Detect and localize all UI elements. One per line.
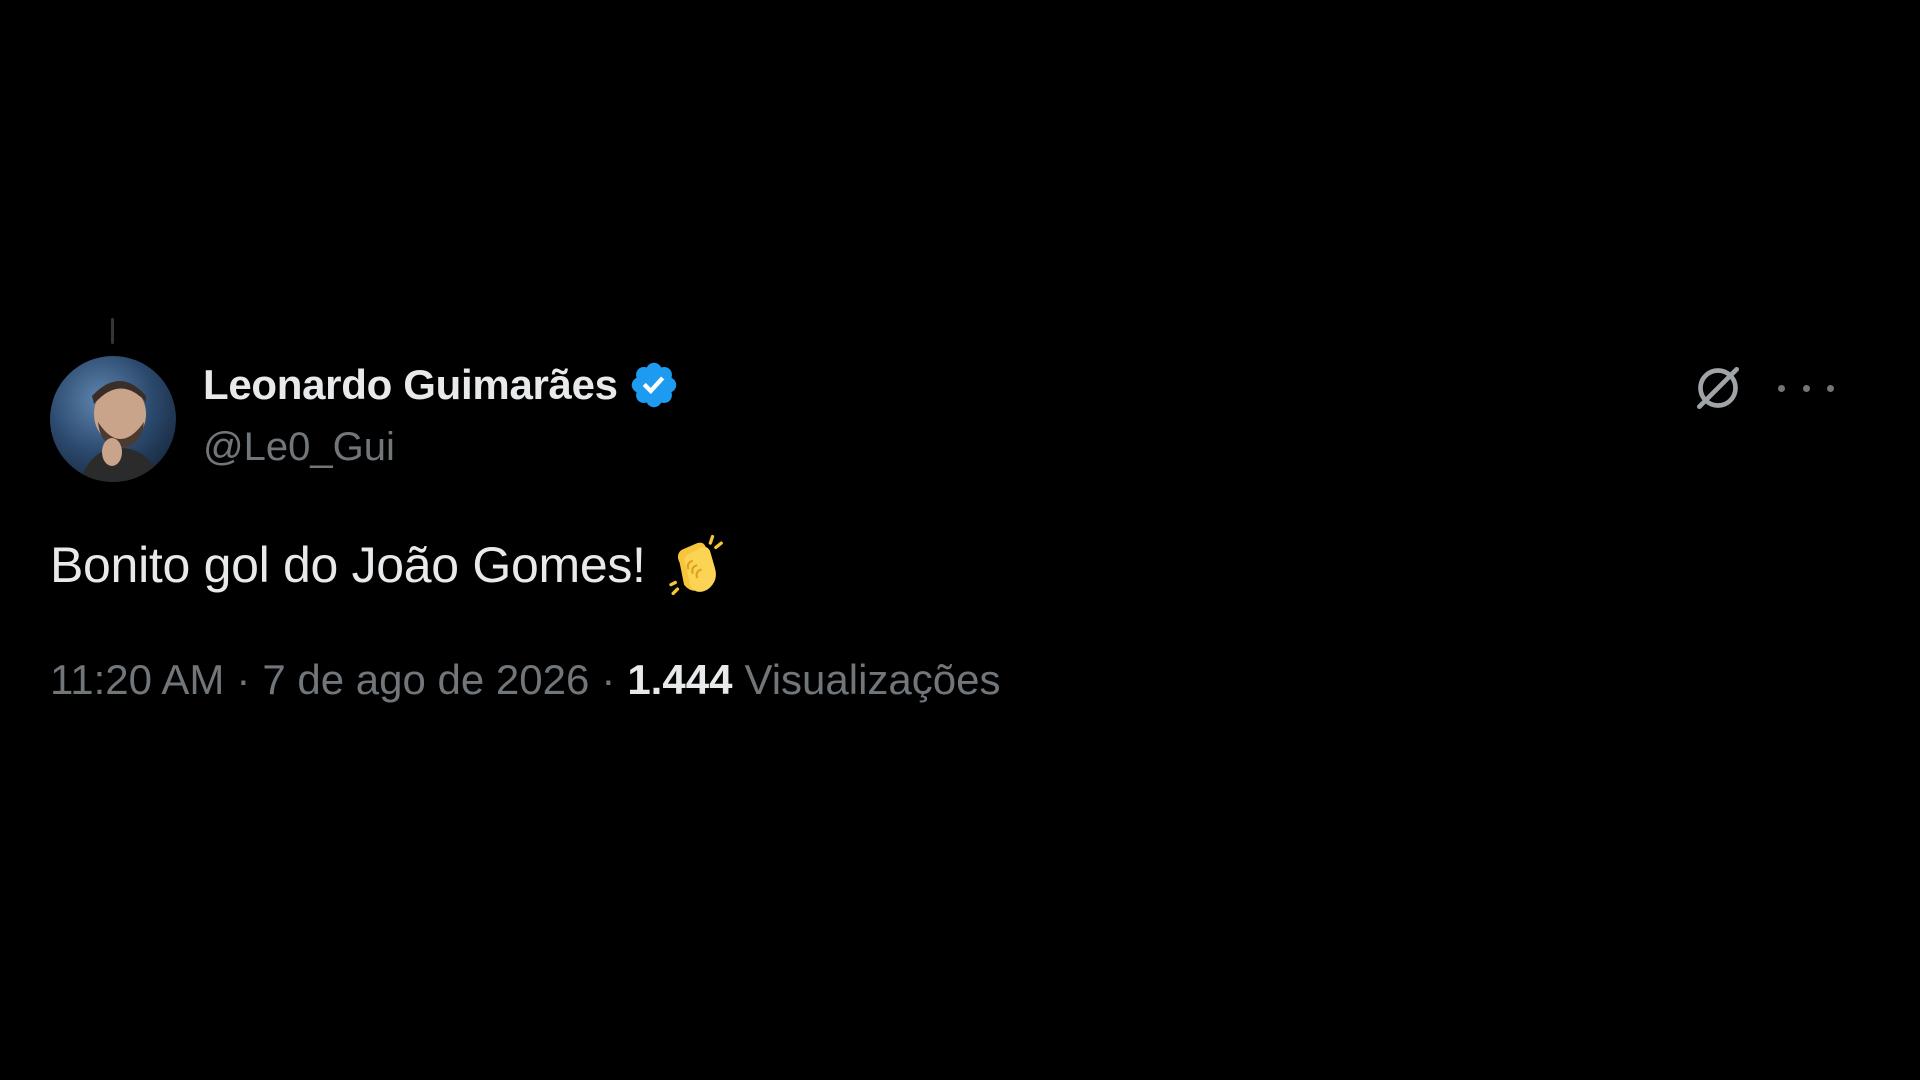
thread-connector-line — [111, 318, 114, 344]
avatar-image — [50, 356, 176, 482]
verified-badge-icon[interactable] — [628, 359, 680, 411]
tweet-view: Leonardo Guimarães @Le0_Gui Bonito gol d… — [0, 0, 1920, 1080]
tweet-meta: 11:20 AM · 7 de ago de 2026 · 1.444 Visu… — [50, 656, 1000, 704]
more-dot — [1827, 384, 1834, 392]
tweet-text: Bonito gol do João Gomes! — [50, 537, 646, 593]
author-display-name[interactable]: Leonardo Guimarães — [203, 361, 618, 409]
tweet-time[interactable]: 11:20 AM — [50, 656, 224, 704]
author-handle[interactable]: @Le0_Gui — [203, 425, 395, 470]
clapping-hands-emoji — [660, 530, 730, 600]
tweet-body: Bonito gol do João Gomes! — [50, 530, 730, 600]
more-options-icon[interactable] — [1778, 366, 1834, 410]
tweet-date[interactable]: 7 de ago de 2026 — [262, 656, 589, 704]
views-count: 1.444 — [627, 656, 733, 703]
more-dot — [1802, 384, 1810, 392]
meta-separator: · — [236, 656, 251, 703]
views-label: Visualizações — [744, 656, 1001, 703]
meta-separator: · — [601, 656, 616, 703]
more-dot — [1778, 384, 1785, 392]
author-name-row[interactable]: Leonardo Guimarães — [203, 358, 680, 412]
avatar[interactable] — [50, 356, 176, 482]
grok-icon[interactable] — [1690, 360, 1746, 416]
